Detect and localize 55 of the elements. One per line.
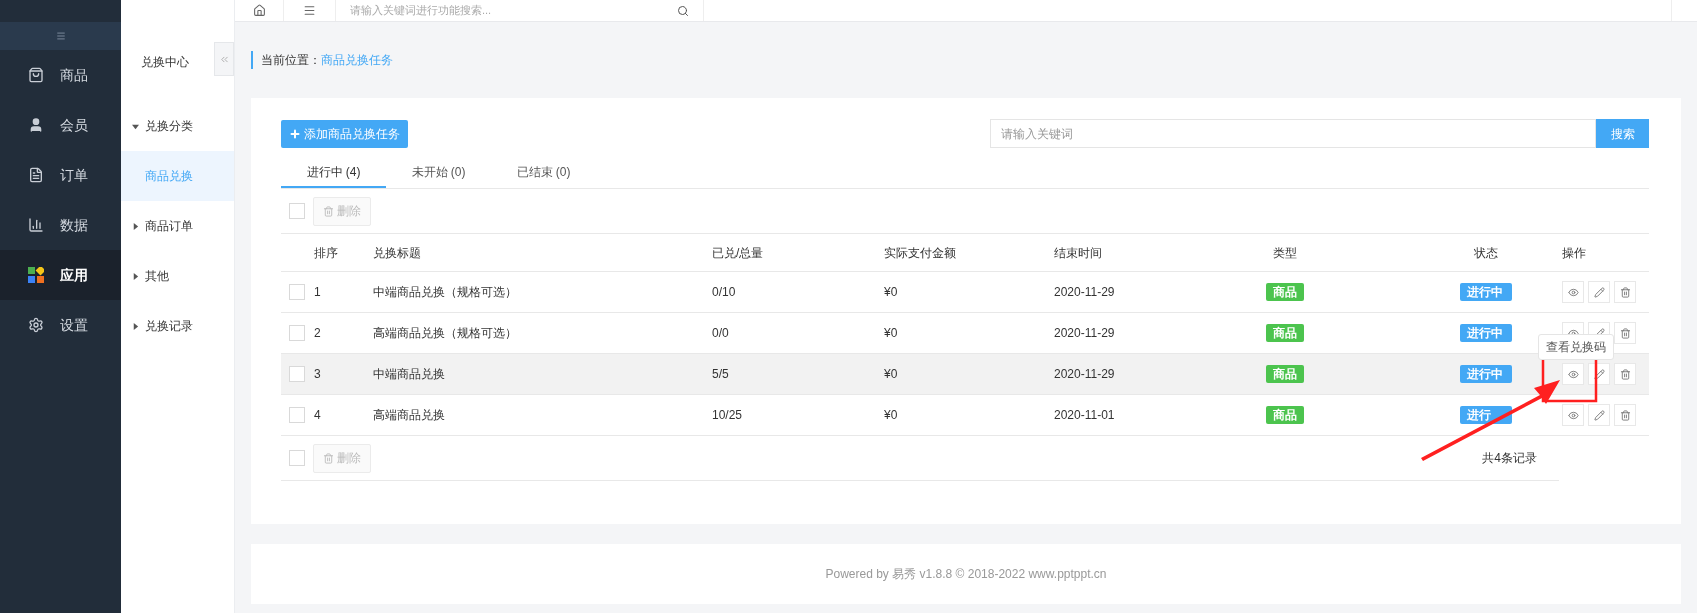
table-cell-text: 中端商品兑换 bbox=[373, 366, 446, 383]
table-cell-text: ¥0 bbox=[884, 366, 899, 383]
column-header: 排序 bbox=[314, 244, 339, 262]
table-cell-text: 1 bbox=[314, 284, 322, 301]
footer: Powered by 易秀 v1.8.8 © 2018-2022 www.pptppt.cn bbox=[251, 544, 1681, 604]
table-cell-text: 2 bbox=[314, 325, 322, 342]
type-tag: 商品 bbox=[1266, 406, 1304, 424]
table-cell-text: 2020-11-29 bbox=[1054, 284, 1116, 301]
table-cell-text: ¥0 bbox=[884, 284, 899, 301]
subnav-item[interactable]: 其他 bbox=[121, 251, 234, 301]
tab[interactable]: 已结束 (0) bbox=[491, 157, 596, 188]
type-tag: 商品 bbox=[1266, 365, 1304, 383]
subnav-item[interactable]: 商品订单 bbox=[121, 201, 234, 251]
table-cell-text: 2020-11-29 bbox=[1054, 325, 1116, 342]
status-tag: 进行 bbox=[1460, 406, 1512, 424]
table-cell-text: ¥0 bbox=[884, 325, 899, 342]
nav-item[interactable]: 应用 bbox=[0, 250, 121, 300]
nav-item[interactable]: 订单 bbox=[0, 150, 121, 200]
column-header: 操作 bbox=[1561, 244, 1587, 262]
subnav-item[interactable]: 兑换记录 bbox=[121, 301, 234, 351]
breadcrumb-label: 当前位置： bbox=[261, 52, 321, 69]
status-tag: 进行中 bbox=[1460, 365, 1512, 383]
record-count: 共4条记录 bbox=[1482, 450, 1538, 467]
column-header: 状态 bbox=[1473, 244, 1499, 262]
keyword-input[interactable]: 请输入关键词 bbox=[990, 119, 1596, 148]
nav-item[interactable]: 商品 bbox=[0, 50, 121, 100]
table-cell-text: 中端商品兑换（规格可选） bbox=[373, 284, 518, 301]
table-cell-text: 3 bbox=[314, 366, 322, 383]
table-cell-text: 2020-11-01 bbox=[1054, 407, 1116, 424]
table-cell-text: 10/25 bbox=[712, 407, 744, 424]
column-header: 实际支付金额 bbox=[884, 244, 957, 262]
table-cell-text: 2020-11-29 bbox=[1054, 366, 1116, 383]
table-cell-text: 5/5 bbox=[712, 366, 730, 383]
table-cell-text: 高端商品兑换 bbox=[373, 407, 446, 424]
tab[interactable]: 未开始 (0) bbox=[386, 157, 491, 188]
table-cell-text: 0/10 bbox=[712, 284, 737, 301]
table-cell-text: 高端商品兑换（规格可选） bbox=[373, 325, 518, 342]
table-cell-text: 0/0 bbox=[712, 325, 730, 342]
type-tag: 商品 bbox=[1266, 283, 1304, 301]
type-tag: 商品 bbox=[1266, 324, 1304, 342]
column-header: 结束时间 bbox=[1054, 244, 1103, 262]
subnav-title: 兑换中心 bbox=[140, 53, 189, 71]
table-cell-text: ¥0 bbox=[884, 407, 899, 424]
tooltip: 查看兑换码 bbox=[1538, 334, 1614, 360]
status-tag: 进行中 bbox=[1460, 283, 1512, 301]
subnav-item[interactable]: 兑换分类 bbox=[121, 101, 234, 151]
column-header: 已兑/总量 bbox=[712, 244, 765, 262]
column-header: 兑换标题 bbox=[373, 244, 422, 262]
tab[interactable]: 进行中 (4) bbox=[281, 157, 386, 188]
nav-item[interactable]: 会员 bbox=[0, 100, 121, 150]
status-tag: 进行中 bbox=[1460, 324, 1512, 342]
nav-item[interactable]: 数据 bbox=[0, 200, 121, 250]
nav-item[interactable]: 设置 bbox=[0, 300, 121, 350]
table-cell-text: 4 bbox=[314, 407, 322, 424]
column-header: 类型 bbox=[1272, 244, 1298, 262]
